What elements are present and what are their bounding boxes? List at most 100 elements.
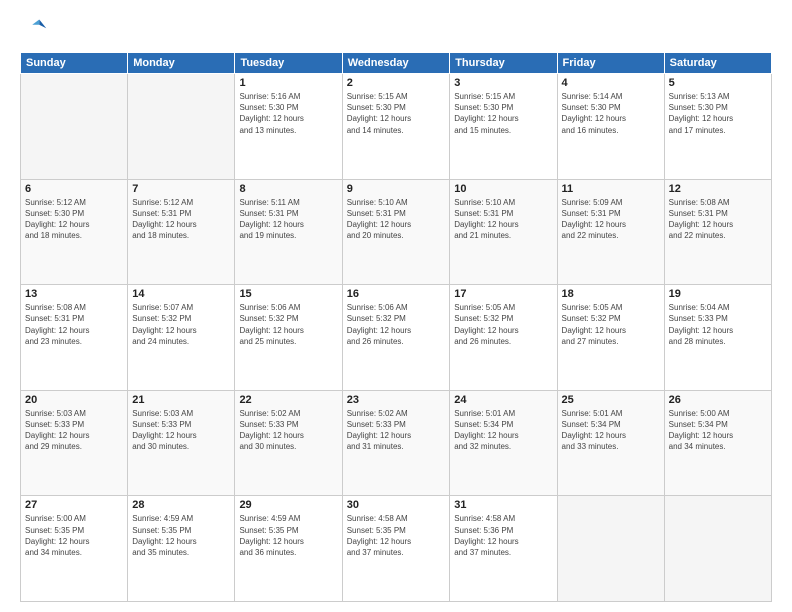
- calendar-cell: [128, 74, 235, 180]
- weekday-header: Monday: [128, 53, 235, 74]
- day-number: 1: [239, 77, 337, 89]
- calendar-week-row: 27Sunrise: 5:00 AM Sunset: 5:35 PM Dayli…: [21, 496, 772, 602]
- day-number: 31: [454, 499, 552, 511]
- day-number: 16: [347, 288, 446, 300]
- day-info: Sunrise: 5:13 AM Sunset: 5:30 PM Dayligh…: [669, 91, 767, 136]
- day-info: Sunrise: 5:04 AM Sunset: 5:33 PM Dayligh…: [669, 302, 767, 347]
- calendar-cell: 3Sunrise: 5:15 AM Sunset: 5:30 PM Daylig…: [450, 74, 557, 180]
- calendar-cell: 28 Sunrise: 4:59 AM Sunset: 5:35 PM Dayli…: [128, 496, 235, 602]
- day-number: 13: [25, 288, 123, 300]
- day-info: Sunrise: 5:12 AM Sunset: 5:30 PM Dayligh…: [25, 197, 123, 242]
- day-info: Sunrise: 5:10 AM Sunset: 5:31 PM Dayligh…: [347, 197, 446, 242]
- day-number: 18: [562, 288, 660, 300]
- day-info: Sunrise: 5:00 AM Sunset: 5:35 PM Dayligh…: [25, 513, 123, 558]
- calendar-cell: 10 Sunrise: 5:10 AM Sunset: 5:31 PM Dayli…: [450, 179, 557, 285]
- calendar-cell: 13 Sunrise: 5:08 AM Sunset: 5:31 PM Dayli…: [21, 285, 128, 391]
- day-info: Sunrise: 5:15 AM Sunset: 5:30 PM Dayligh…: [347, 91, 446, 136]
- calendar-cell: 8Sunrise: 5:11 AM Sunset: 5:31 PM Daylig…: [235, 179, 342, 285]
- day-number: 11: [562, 183, 660, 195]
- day-number: 10: [454, 183, 552, 195]
- day-number: 23: [347, 394, 446, 406]
- calendar-cell: 15Sunrise: 5:06 AM Sunset: 5:32 PM Dayli…: [235, 285, 342, 391]
- day-number: 29: [239, 499, 337, 511]
- day-number: 28: [132, 499, 230, 511]
- calendar-cell: 24 Sunrise: 5:01 AM Sunset: 5:34 PM Dayli…: [450, 390, 557, 496]
- day-info: Sunrise: 4:59 AM Sunset: 5:35 PM Dayligh…: [132, 513, 230, 558]
- calendar-cell: 9 Sunrise: 5:10 AM Sunset: 5:31 PM Daylig…: [342, 179, 450, 285]
- day-number: 6: [25, 183, 123, 195]
- weekday-header: Thursday: [450, 53, 557, 74]
- day-info: Sunrise: 5:08 AM Sunset: 5:31 PM Dayligh…: [25, 302, 123, 347]
- day-info: Sunrise: 5:15 AM Sunset: 5:30 PM Dayligh…: [454, 91, 552, 136]
- calendar-cell: 26 Sunrise: 5:00 AM Sunset: 5:34 PM Dayli…: [664, 390, 771, 496]
- calendar-cell: [557, 496, 664, 602]
- day-info: Sunrise: 5:09 AM Sunset: 5:31 PM Dayligh…: [562, 197, 660, 242]
- calendar-cell: 30 Sunrise: 4:58 AM Sunset: 5:35 PM Dayli…: [342, 496, 450, 602]
- logo-icon: [20, 16, 48, 44]
- day-info: Sunrise: 5:01 AM Sunset: 5:34 PM Dayligh…: [454, 408, 552, 453]
- calendar-cell: 18 Sunrise: 5:05 AM Sunset: 5:32 PM Dayli…: [557, 285, 664, 391]
- day-info: Sunrise: 5:12 AM Sunset: 5:31 PM Dayligh…: [132, 197, 230, 242]
- calendar-cell: 25Sunrise: 5:01 AM Sunset: 5:34 PM Dayli…: [557, 390, 664, 496]
- day-number: 30: [347, 499, 446, 511]
- day-number: 9: [347, 183, 446, 195]
- calendar-cell: 19 Sunrise: 5:04 AM Sunset: 5:33 PM Dayli…: [664, 285, 771, 391]
- calendar-cell: 5 Sunrise: 5:13 AM Sunset: 5:30 PM Daylig…: [664, 74, 771, 180]
- day-number: 22: [239, 394, 337, 406]
- day-number: 19: [669, 288, 767, 300]
- calendar-cell: 20 Sunrise: 5:03 AM Sunset: 5:33 PM Dayli…: [21, 390, 128, 496]
- calendar-cell: 2 Sunrise: 5:15 AM Sunset: 5:30 PM Daylig…: [342, 74, 450, 180]
- calendar-week-row: 13 Sunrise: 5:08 AM Sunset: 5:31 PM Dayli…: [21, 285, 772, 391]
- calendar-table: SundayMondayTuesdayWednesdayThursdayFrid…: [20, 52, 772, 602]
- day-info: Sunrise: 5:05 AM Sunset: 5:32 PM Dayligh…: [562, 302, 660, 347]
- calendar-cell: 11 Sunrise: 5:09 AM Sunset: 5:31 PM Dayli…: [557, 179, 664, 285]
- weekday-header: Tuesday: [235, 53, 342, 74]
- day-info: Sunrise: 5:03 AM Sunset: 5:33 PM Dayligh…: [25, 408, 123, 453]
- day-info: Sunrise: 5:07 AM Sunset: 5:32 PM Dayligh…: [132, 302, 230, 347]
- logo: [20, 16, 52, 44]
- day-info: Sunrise: 4:58 AM Sunset: 5:36 PM Dayligh…: [454, 513, 552, 558]
- day-info: Sunrise: 5:02 AM Sunset: 5:33 PM Dayligh…: [239, 408, 337, 453]
- day-number: 21: [132, 394, 230, 406]
- day-info: Sunrise: 5:16 AM Sunset: 5:30 PM Dayligh…: [239, 91, 337, 136]
- header: [20, 16, 772, 44]
- day-info: Sunrise: 5:00 AM Sunset: 5:34 PM Dayligh…: [669, 408, 767, 453]
- calendar-cell: 16Sunrise: 5:06 AM Sunset: 5:32 PM Dayli…: [342, 285, 450, 391]
- day-number: 26: [669, 394, 767, 406]
- weekday-header: Saturday: [664, 53, 771, 74]
- day-number: 4: [562, 77, 660, 89]
- calendar-cell: 17Sunrise: 5:05 AM Sunset: 5:32 PM Dayli…: [450, 285, 557, 391]
- calendar-week-row: 1 Sunrise: 5:16 AM Sunset: 5:30 PM Daylig…: [21, 74, 772, 180]
- calendar-cell: 22 Sunrise: 5:02 AM Sunset: 5:33 PM Dayli…: [235, 390, 342, 496]
- weekday-header: Friday: [557, 53, 664, 74]
- calendar-header-row: SundayMondayTuesdayWednesdayThursdayFrid…: [21, 53, 772, 74]
- day-number: 7: [132, 183, 230, 195]
- day-info: Sunrise: 5:14 AM Sunset: 5:30 PM Dayligh…: [562, 91, 660, 136]
- calendar-cell: 12 Sunrise: 5:08 AM Sunset: 5:31 PM Dayli…: [664, 179, 771, 285]
- day-number: 2: [347, 77, 446, 89]
- page: SundayMondayTuesdayWednesdayThursdayFrid…: [0, 0, 792, 612]
- day-number: 24: [454, 394, 552, 406]
- day-number: 12: [669, 183, 767, 195]
- day-number: 20: [25, 394, 123, 406]
- day-number: 8: [239, 183, 337, 195]
- calendar-cell: 21 Sunrise: 5:03 AM Sunset: 5:33 PM Dayli…: [128, 390, 235, 496]
- calendar-week-row: 20 Sunrise: 5:03 AM Sunset: 5:33 PM Dayli…: [21, 390, 772, 496]
- day-info: Sunrise: 5:02 AM Sunset: 5:33 PM Dayligh…: [347, 408, 446, 453]
- day-info: Sunrise: 5:08 AM Sunset: 5:31 PM Dayligh…: [669, 197, 767, 242]
- day-number: 5: [669, 77, 767, 89]
- calendar-cell: [21, 74, 128, 180]
- day-info: Sunrise: 5:01 AM Sunset: 5:34 PM Dayligh…: [562, 408, 660, 453]
- day-info: Sunrise: 5:05 AM Sunset: 5:32 PM Dayligh…: [454, 302, 552, 347]
- calendar-cell: 14 Sunrise: 5:07 AM Sunset: 5:32 PM Dayli…: [128, 285, 235, 391]
- weekday-header: Wednesday: [342, 53, 450, 74]
- day-info: Sunrise: 5:03 AM Sunset: 5:33 PM Dayligh…: [132, 408, 230, 453]
- calendar-cell: 31 Sunrise: 4:58 AM Sunset: 5:36 PM Dayli…: [450, 496, 557, 602]
- weekday-header: Sunday: [21, 53, 128, 74]
- calendar-cell: 7 Sunrise: 5:12 AM Sunset: 5:31 PM Daylig…: [128, 179, 235, 285]
- day-number: 14: [132, 288, 230, 300]
- day-number: 15: [239, 288, 337, 300]
- day-info: Sunrise: 4:58 AM Sunset: 5:35 PM Dayligh…: [347, 513, 446, 558]
- day-info: Sunrise: 5:10 AM Sunset: 5:31 PM Dayligh…: [454, 197, 552, 242]
- calendar-week-row: 6 Sunrise: 5:12 AM Sunset: 5:30 PM Daylig…: [21, 179, 772, 285]
